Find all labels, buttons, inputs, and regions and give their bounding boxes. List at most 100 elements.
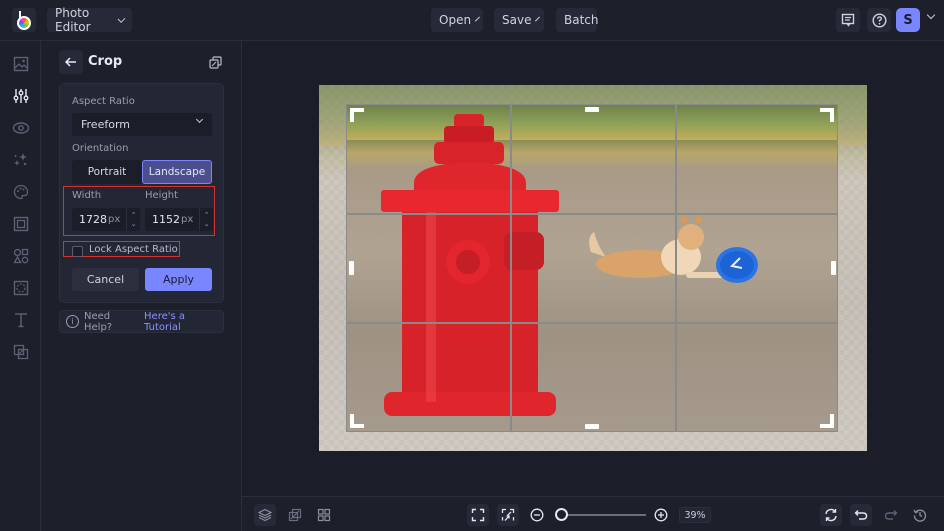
- save-button[interactable]: Save: [494, 8, 544, 32]
- crop-frame[interactable]: [346, 104, 838, 432]
- image-icon: [13, 56, 29, 72]
- layers-button[interactable]: [254, 504, 276, 526]
- aspect-ratio-label: Aspect Ratio: [72, 96, 135, 107]
- chevron-down-icon[interactable]: ⌄: [204, 220, 210, 228]
- width-input[interactable]: 1728 px ⌃ ⌄: [72, 208, 140, 231]
- crop-handle-bottom-right[interactable]: [820, 414, 834, 428]
- grid-line-h1: [346, 213, 838, 215]
- rail-item-graphics[interactable]: [12, 247, 30, 265]
- grid-view-button[interactable]: [313, 504, 335, 526]
- crop-handle-top-left[interactable]: [350, 108, 364, 122]
- shrink-icon: [501, 508, 515, 521]
- orientation-portrait-button[interactable]: Portrait: [72, 160, 142, 184]
- chevron-down-icon: [535, 16, 541, 21]
- adjustments-icon: [13, 89, 29, 103]
- aspect-ratio-value: Freeform: [81, 118, 130, 131]
- orientation-label: Orientation: [72, 143, 129, 154]
- frame-icon: [13, 216, 29, 232]
- rail-item-effects[interactable]: [12, 119, 30, 137]
- chevron-down-icon: [475, 16, 481, 21]
- aspect-ratio-select[interactable]: Freeform: [72, 113, 212, 136]
- copy-settings-button[interactable]: [209, 54, 222, 73]
- palette-icon: [13, 184, 29, 200]
- grid-line-h2: [346, 322, 838, 324]
- crop-handle-top[interactable]: [585, 107, 599, 112]
- history-button[interactable]: [909, 504, 931, 526]
- height-label: Height: [145, 190, 179, 201]
- grid-line-v1: [510, 104, 512, 432]
- crop-handle-top-right[interactable]: [820, 108, 834, 122]
- texture-icon: [13, 280, 29, 296]
- app-logo[interactable]: [12, 8, 36, 32]
- plus-circle-icon: [654, 508, 668, 522]
- help-box: i Need Help? Here's a Tutorial: [59, 310, 224, 333]
- zoom-in-button[interactable]: [650, 504, 672, 526]
- rail-item-artsy[interactable]: [12, 183, 30, 201]
- crop-settings-card: Aspect Ratio Freeform Orientation Portra…: [59, 83, 224, 303]
- rail-item-touch-up[interactable]: [12, 151, 30, 169]
- width-label: Width: [72, 190, 102, 201]
- avatar-initial: S: [903, 12, 913, 28]
- open-label: Open: [439, 13, 472, 27]
- user-avatar[interactable]: S: [896, 8, 920, 32]
- undo-button[interactable]: [850, 504, 872, 526]
- zoom-out-button[interactable]: [526, 504, 548, 526]
- lock-aspect-ratio-checkbox[interactable]: [72, 246, 83, 257]
- compare-button[interactable]: [284, 504, 306, 526]
- app-menu-button[interactable]: Photo Editor: [47, 6, 132, 34]
- minus-circle-icon: [530, 508, 544, 522]
- chevron-up-icon[interactable]: ⌃: [131, 211, 137, 219]
- tutorial-link[interactable]: Here's a Tutorial: [144, 311, 223, 333]
- reset-button[interactable]: [820, 504, 842, 526]
- help-button[interactable]: [867, 8, 891, 32]
- rail-item-textures[interactable]: [12, 279, 30, 297]
- rail-item-text[interactable]: [12, 311, 30, 329]
- zoom-slider-handle[interactable]: [555, 508, 568, 521]
- apply-button[interactable]: Apply: [145, 268, 212, 291]
- crop-handle-left[interactable]: [349, 261, 354, 275]
- width-stepper[interactable]: ⌃ ⌄: [126, 208, 140, 231]
- question-circle-icon: [871, 12, 887, 28]
- sparkles-icon: [14, 153, 27, 166]
- rail-item-image[interactable]: [12, 55, 30, 73]
- overlay-icon: [13, 344, 29, 360]
- tool-rail: [0, 41, 41, 531]
- actual-size-button[interactable]: [497, 504, 519, 526]
- crop-handle-right[interactable]: [831, 261, 836, 275]
- top-bar: Photo Editor Open Save Batch S: [0, 0, 944, 41]
- save-label: Save: [502, 13, 532, 27]
- account-chevron-down-icon[interactable]: [926, 10, 936, 20]
- redo-button[interactable]: [880, 504, 902, 526]
- logo-icon: [17, 16, 31, 30]
- zoom-slider-track[interactable]: [560, 514, 646, 516]
- rail-item-overlays[interactable]: [12, 343, 30, 361]
- crop-handle-bottom[interactable]: [585, 424, 599, 429]
- expand-icon: [471, 508, 485, 522]
- back-button[interactable]: [59, 50, 83, 74]
- crop-handle-bottom-left[interactable]: [350, 414, 364, 428]
- orientation-landscape-button[interactable]: Landscape: [142, 160, 212, 184]
- refresh-icon: [825, 508, 837, 522]
- info-icon: i: [66, 315, 79, 328]
- chevron-down-icon[interactable]: ⌄: [131, 220, 137, 228]
- height-stepper[interactable]: ⌃ ⌄: [199, 208, 213, 231]
- history-icon: [913, 509, 927, 522]
- rail-item-adjustments[interactable]: [12, 87, 30, 105]
- chevron-down-icon: [195, 115, 204, 124]
- batch-button[interactable]: Batch: [556, 8, 599, 32]
- rail-item-frames[interactable]: [12, 215, 30, 233]
- height-input[interactable]: 1152 px ⌃ ⌄: [145, 208, 213, 231]
- chevron-down-icon: [117, 14, 126, 23]
- chevron-up-icon[interactable]: ⌃: [204, 211, 210, 219]
- zoom-percent-input[interactable]: 39%: [679, 507, 711, 523]
- crop-panel: Crop Aspect Ratio Freeform Orientation P…: [41, 41, 242, 531]
- app-menu-label: Photo Editor: [55, 6, 91, 34]
- fit-screen-button[interactable]: [467, 504, 489, 526]
- help-text: Need Help?: [84, 310, 113, 333]
- arrow-left-icon: [65, 57, 76, 67]
- feedback-button[interactable]: [836, 8, 860, 32]
- lock-aspect-ratio-label[interactable]: Lock Aspect Ratio: [89, 244, 178, 255]
- open-button[interactable]: Open: [431, 8, 483, 32]
- cancel-button[interactable]: Cancel: [72, 268, 139, 291]
- eye-icon: [12, 122, 30, 134]
